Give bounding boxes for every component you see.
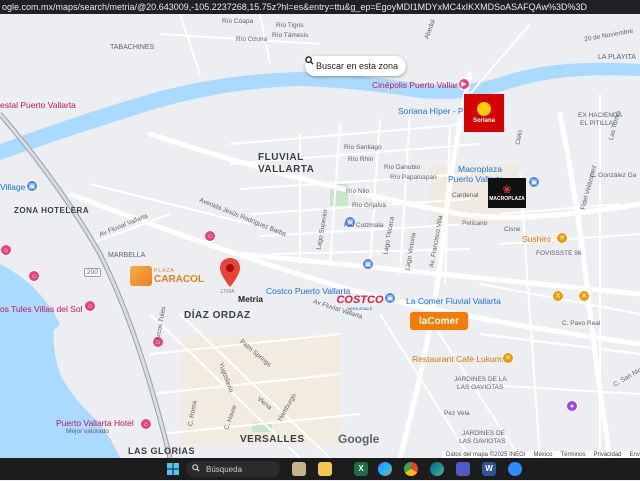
map-pin-icon[interactable] [219, 258, 241, 288]
poi-label-la-comer[interactable]: La Comer Fluvial Vallarta [406, 296, 501, 306]
teams-icon[interactable] [456, 462, 470, 476]
costco-logo-sub: WHOLESALE [347, 306, 373, 311]
macroplaza-logo-text: MACROPLAZA [489, 196, 525, 202]
street-label-rio-danubio: Río Danubio [384, 164, 421, 171]
restaurant-icon[interactable]: ✕ [556, 232, 568, 244]
area-label-tabachines: TABACHINES [110, 44, 155, 51]
poi-label-soriana[interactable]: Soriana Híper - Pit [398, 106, 468, 116]
poi-label-tules[interactable]: os Tules Villas del Sol [0, 304, 83, 314]
street-label-pelicano: Pelícano [462, 220, 488, 227]
street-label-rio-rhin: Río Rhin [348, 156, 374, 163]
hotel-icon[interactable]: ⌂ [140, 418, 152, 430]
area-label-jardines-2: JARDINES DE [462, 430, 505, 437]
selected-place-label[interactable]: Metria [238, 294, 263, 304]
area-label-diaz-ordaz: DÍAZ ORDAZ [184, 310, 251, 321]
street-label-rio-grijalva: Río Grijalva [352, 202, 386, 209]
soriana-logo[interactable]: Soriana [464, 94, 504, 132]
poi-label-hotel[interactable]: Puerto Vallarta Hotel [56, 418, 134, 428]
street-label-gonzalez: C. González Ga [590, 172, 637, 179]
shopping-bag-icon[interactable]: ▣ [26, 180, 38, 192]
user-avatar-icon[interactable] [292, 462, 306, 476]
poi-label-estal[interactable]: estal Puerto Vallarta [0, 100, 76, 110]
street-label-cisne: Cisne [504, 226, 521, 233]
cinema-icon[interactable]: ▶ [458, 78, 470, 90]
poi-label-macroplaza-1[interactable]: Macroplaza [458, 164, 502, 174]
area-label-las-gaviotas-2: LAS GAVIOTAS [459, 438, 506, 445]
chrome-icon[interactable] [404, 462, 418, 476]
street-label-cardenal: Cardenal [452, 192, 479, 199]
area-label-la-playita: LA PLAYITA [598, 54, 636, 61]
caracol-logo-mark [130, 266, 152, 286]
lacomer-logo[interactable]: laComer [410, 312, 468, 330]
shopping-bag-icon[interactable]: ▣ [362, 258, 374, 270]
street-label-rio-tigris: Río Tigris [276, 22, 304, 29]
macroplaza-logo-mark: ❀ [502, 184, 512, 196]
poi-label-cinepolis[interactable]: Cinépolis Puerto Vallarta [372, 80, 465, 90]
caracol-logo-text: CARACOL [154, 273, 204, 285]
hotel-icon[interactable]: ⌂ [84, 300, 96, 312]
restaurant-icon[interactable]: ✕ [502, 352, 514, 364]
lacomer-logo-text: laComer [418, 315, 459, 327]
hotel-icon[interactable]: ⌂ [28, 270, 40, 282]
area-label-versalles: VERSALLES [240, 434, 305, 445]
google-logo: Google [338, 432, 380, 446]
poi-label-village[interactable]: Village [0, 182, 25, 192]
route-200-shield: 200 [84, 268, 101, 277]
poi-label-hotel-sub: Mejor valorado [66, 428, 109, 435]
street-label-rio-santiago: Río Santiago [344, 144, 382, 151]
windows-taskbar: Búsqueda X W [0, 458, 640, 480]
plaza-caracol-logo[interactable]: PLAZA CARACOL [130, 264, 210, 288]
area-label-las-glorias: LAS GLORIAS [128, 446, 196, 456]
street-label-rio-cutzmala: Río Cutzmala [344, 222, 384, 229]
shopping-bag-icon[interactable]: ▣ [528, 176, 540, 188]
area-label-jardines-1: JARDINES DE LA [454, 376, 507, 383]
macroplaza-logo[interactable]: ❀ MACROPLAZA [488, 178, 526, 208]
windows-start-icon[interactable] [166, 462, 180, 476]
map-canvas[interactable]: Buscar en esta zona FLUVIAL VALLARTA ZON… [0, 14, 640, 458]
search-icon [192, 464, 200, 474]
zoom-icon[interactable] [508, 462, 522, 476]
street-label-rio-tamesis: Río Támesis [272, 32, 309, 39]
area-label-fovissste: FOVISSSTE 96 [536, 250, 582, 257]
street-label-rio-papaloapan: Río Papaloapan [390, 174, 437, 181]
poi-label-sushiro[interactable]: Sushiro [522, 234, 551, 244]
area-label-fluvial: FLUVIAL [258, 152, 304, 163]
file-explorer-icon[interactable] [318, 462, 332, 476]
shopping-bag-icon[interactable]: ▣ [384, 292, 396, 304]
excel-icon[interactable]: X [354, 462, 368, 476]
poi-label-restaurant[interactable]: Restaurant Café Lukumbé [412, 354, 511, 364]
hotel-icon[interactable]: ⌂ [0, 244, 12, 256]
copilot-icon[interactable] [378, 462, 392, 476]
area-label-vallarta: VALLARTA [258, 164, 315, 175]
browser-url-bar[interactable]: ogle.com.mx/maps/search/metria/@20.64300… [0, 0, 640, 14]
restaurant-icon[interactable]: ✕ [578, 290, 590, 302]
costco-logo-text: COSTCO [336, 294, 384, 306]
taskbar-search-box[interactable]: Búsqueda [186, 461, 280, 477]
word-icon[interactable]: W [482, 462, 496, 476]
area-label-las-gaviotas-1: LAS GAVIOTAS [457, 384, 504, 391]
restaurant-icon[interactable]: ✕ [552, 290, 564, 302]
street-label-rio-ozuna: Río Ozuna [236, 36, 268, 43]
taskbar-search-placeholder: Búsqueda [206, 464, 243, 474]
hotel-icon[interactable]: ⌂ [204, 230, 216, 242]
area-label-zona-hotelera: ZONA HOTELERA [14, 206, 90, 215]
search-this-area-label: Buscar en esta zona [316, 61, 399, 71]
street-label-c-pavo-real: C. Pavo Real [562, 320, 601, 327]
soriana-logo-text: Soriana [472, 118, 495, 124]
search-this-area-button[interactable]: Buscar en esta zona [305, 56, 407, 76]
street-label-rio-nilo: Río Nilo [346, 188, 370, 195]
street-label-pez-vela: Pez Vela [444, 410, 470, 417]
metria-small-logo: ΞTRIA [220, 289, 235, 295]
street-label-rio-coapa: Río Cóapa [222, 18, 254, 25]
soriana-logo-mark [477, 102, 491, 116]
place-icon[interactable]: ● [566, 400, 578, 412]
edge-icon[interactable] [430, 462, 444, 476]
costco-logo[interactable]: COSTCO WHOLESALE [336, 294, 384, 312]
area-label-marbella: MARBELLA [108, 252, 146, 259]
